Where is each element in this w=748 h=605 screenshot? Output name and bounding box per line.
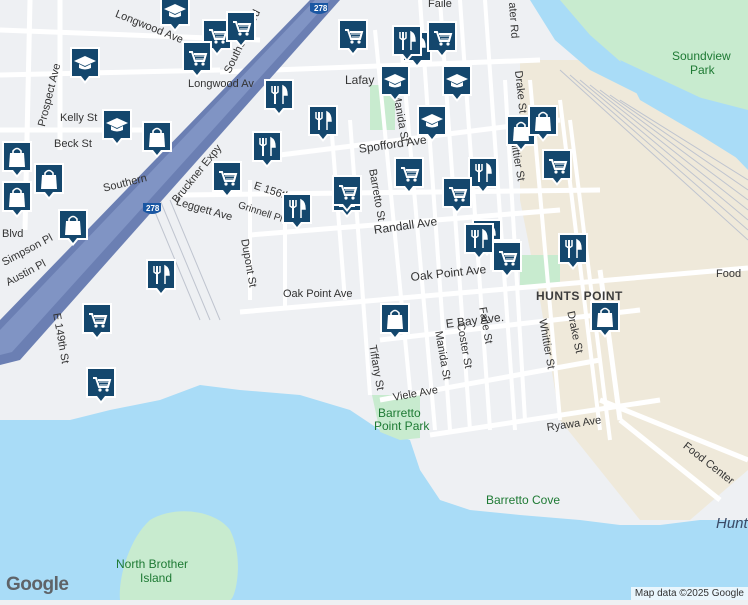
highway-shield-label: 278 — [146, 204, 160, 213]
shopping-bag-icon — [2, 181, 32, 218]
street-label: Food — [716, 268, 742, 280]
park-label: Park — [690, 63, 715, 77]
shopping-cart-icon — [492, 241, 522, 278]
school-pin[interactable] — [378, 64, 412, 104]
shopping-bag-icon — [380, 303, 410, 340]
grocery-pin[interactable] — [84, 366, 118, 406]
shopping-cart-icon — [332, 175, 362, 212]
restaurant-pin[interactable] — [280, 192, 314, 232]
school-pin[interactable] — [440, 64, 474, 104]
shopping-bag-icon — [2, 141, 32, 178]
graduation-cap-icon — [160, 0, 190, 32]
store-pin[interactable] — [0, 140, 34, 180]
map-attribution[interactable]: Map data ©2025 Google — [630, 587, 748, 600]
shopping-cart-icon — [212, 161, 242, 198]
shopping-cart-icon — [226, 11, 256, 48]
shopping-bag-icon — [34, 163, 64, 200]
park-label: Barretto — [378, 406, 421, 420]
shopping-bag-icon — [590, 301, 620, 338]
grocery-pin[interactable] — [440, 176, 474, 216]
park-label: Point Park — [374, 419, 430, 433]
restaurant-pin[interactable] — [390, 24, 424, 64]
street-label: Oak Point Ave — [283, 288, 353, 300]
shopping-bag-icon — [528, 105, 558, 142]
store-pin[interactable] — [378, 302, 412, 342]
fork-knife-icon — [264, 79, 294, 116]
restaurant-pin[interactable] — [250, 130, 284, 170]
school-pin[interactable] — [415, 104, 449, 144]
park-label: North Brother — [116, 557, 189, 571]
grocery-pin[interactable] — [180, 40, 214, 80]
store-pin[interactable] — [32, 162, 66, 202]
school-pin[interactable] — [100, 108, 134, 148]
grocery-pin[interactable] — [336, 18, 370, 58]
map-canvas[interactable]: Longwood Ave Longwood Av Southern Blvd S… — [0, 0, 748, 600]
shopping-cart-icon — [394, 157, 424, 194]
park-label: Island — [140, 571, 173, 585]
shopping-cart-icon — [542, 149, 572, 186]
fork-knife-icon — [146, 259, 176, 296]
fork-knife-icon — [392, 25, 422, 62]
shopping-cart-icon — [182, 41, 212, 78]
restaurant-pin[interactable] — [262, 78, 296, 118]
graduation-cap-icon — [70, 47, 100, 84]
highway-shield-label: 278 — [314, 4, 328, 13]
park-label: Soundview — [672, 49, 731, 63]
street-label: ater Rd — [506, 2, 521, 39]
store-pin[interactable] — [56, 208, 90, 248]
fork-knife-icon — [308, 105, 338, 142]
school-pin[interactable] — [158, 0, 192, 34]
street-label: Kelly St — [60, 112, 98, 124]
store-pin[interactable] — [526, 104, 560, 144]
restaurant-pin[interactable] — [556, 232, 590, 272]
street-label: Faile — [428, 0, 452, 10]
park-label: Barretto Cove — [486, 493, 561, 507]
graduation-cap-icon — [102, 109, 132, 146]
shopping-bag-icon — [58, 209, 88, 246]
store-pin[interactable] — [0, 180, 34, 220]
graduation-cap-icon — [417, 105, 447, 142]
shopping-cart-icon — [82, 303, 112, 340]
grocery-pin[interactable] — [80, 302, 114, 342]
google-logo: Google — [6, 574, 69, 595]
shopping-cart-icon — [338, 19, 368, 56]
water-label: Hunt — [716, 515, 748, 532]
restaurant-pin[interactable] — [306, 104, 340, 144]
shopping-bag-icon — [142, 121, 172, 158]
grocery-pin[interactable] — [425, 20, 459, 60]
restaurant-pin[interactable] — [144, 258, 178, 298]
street-label: Blvd — [2, 228, 24, 240]
fork-knife-icon — [282, 193, 312, 230]
store-pin[interactable] — [588, 300, 622, 340]
grocery-pin[interactable] — [224, 10, 258, 50]
fork-knife-icon — [558, 233, 588, 270]
street-label: Beck St — [54, 138, 92, 150]
grocery-pin[interactable] — [490, 240, 524, 280]
shopping-cart-icon — [442, 177, 472, 214]
store-pin[interactable] — [140, 120, 174, 160]
fork-knife-icon — [252, 131, 282, 168]
graduation-cap-icon — [380, 65, 410, 102]
school-pin[interactable] — [68, 46, 102, 86]
shopping-cart-icon — [86, 367, 116, 404]
grocery-pin[interactable] — [540, 148, 574, 188]
grocery-pin[interactable] — [330, 174, 364, 214]
street-label: Lafay — [345, 73, 375, 87]
map-base — [0, 0, 748, 600]
grocery-pin[interactable] — [392, 156, 426, 196]
shopping-cart-icon — [427, 21, 457, 58]
graduation-cap-icon — [442, 65, 472, 102]
grocery-pin[interactable] — [210, 160, 244, 200]
